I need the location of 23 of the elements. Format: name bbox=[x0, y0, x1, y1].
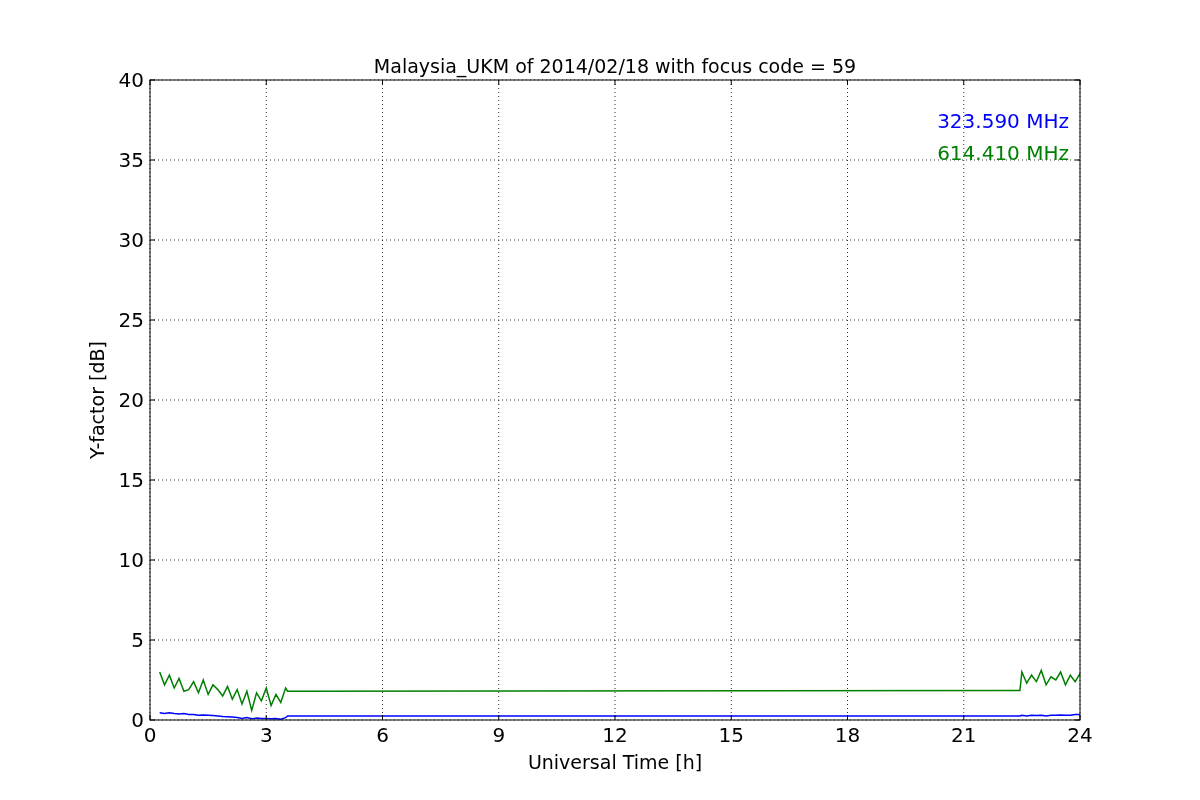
y-tick-label: 10 bbox=[118, 548, 144, 572]
y-tick-label: 35 bbox=[118, 148, 144, 172]
series-label: 323.590 MHz bbox=[937, 109, 1069, 133]
x-tick-label: 18 bbox=[834, 723, 861, 747]
y-tick-label: 20 bbox=[118, 388, 144, 412]
x-tick-label: 6 bbox=[376, 723, 389, 747]
x-tick-label: 3 bbox=[259, 723, 273, 747]
y-tick-label: 25 bbox=[118, 308, 144, 332]
y-tick-label: 5 bbox=[131, 628, 144, 652]
x-tick-label: 0 bbox=[143, 723, 157, 747]
x-tick-label: 21 bbox=[951, 723, 977, 747]
y-axis-label: Y-factor [dB] bbox=[86, 341, 108, 459]
x-tick-label: 24 bbox=[1067, 723, 1093, 747]
chart-title: Malaysia_UKM of 2014/02/18 with focus code = 59 bbox=[373, 55, 857, 77]
x-tick-label: 15 bbox=[718, 723, 744, 747]
y-tick-label: 15 bbox=[118, 468, 144, 492]
x-tick-label: 9 bbox=[492, 723, 506, 747]
x-axis-label: Universal Time [h] bbox=[527, 751, 703, 773]
y-tick-label: 0 bbox=[131, 708, 144, 732]
series-label: 614.410 MHz bbox=[937, 141, 1069, 165]
y-tick-label: 40 bbox=[118, 68, 144, 92]
x-tick-label: 12 bbox=[602, 723, 628, 747]
y-tick-label: 30 bbox=[118, 228, 144, 252]
